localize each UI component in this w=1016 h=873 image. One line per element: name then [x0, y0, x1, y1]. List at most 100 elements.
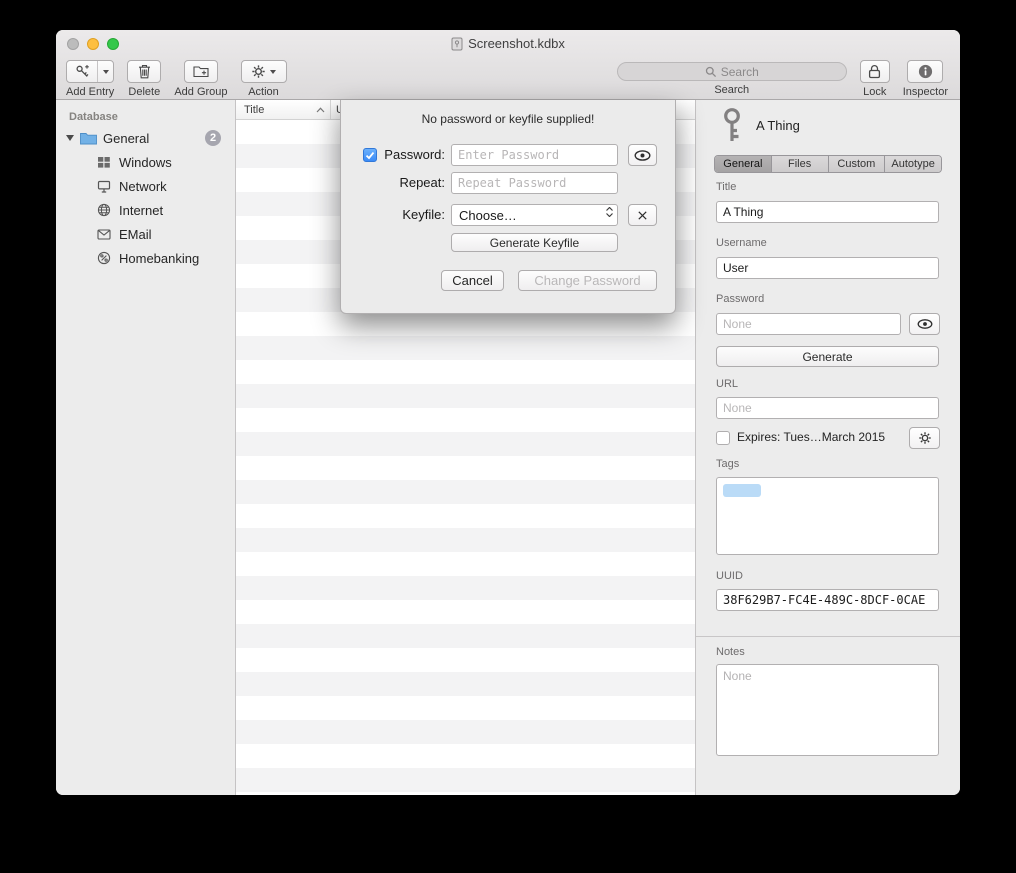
sidebar-item-label: EMail — [119, 227, 152, 242]
tab-files[interactable]: Files — [772, 156, 829, 172]
info-icon — [918, 64, 933, 79]
tab-general[interactable]: General — [715, 156, 772, 172]
sidebar-item-label: Homebanking — [119, 251, 199, 266]
gear-icon — [918, 431, 932, 445]
expires-label: Expires: Tues…March 2015 — [737, 430, 885, 444]
delete-label: Delete — [128, 86, 160, 98]
action-tool: Action — [241, 60, 287, 98]
tags-box[interactable] — [716, 477, 939, 555]
entry-title: A Thing — [756, 118, 800, 133]
lock-button[interactable] — [860, 60, 890, 83]
sidebar-item-general[interactable]: General 2 — [56, 126, 235, 150]
inspector-tabs: General Files Custom Autotype — [714, 155, 942, 173]
show-password-button[interactable] — [628, 144, 657, 166]
password-label: Password: — [384, 144, 445, 166]
change-password-sheet: No password or keyfile supplied! Passwor… — [340, 100, 676, 314]
window-title-text: Screenshot.kdbx — [468, 36, 565, 51]
clear-keyfile-button[interactable] — [628, 204, 657, 226]
add-entry-label: Add Entry — [66, 86, 114, 98]
eye-icon — [634, 150, 651, 161]
sidebar-item-label: Network — [119, 179, 167, 194]
password-field[interactable] — [716, 313, 901, 335]
window-title: Screenshot.kdbx — [56, 30, 960, 57]
uuid-field-label: UUID — [716, 570, 743, 582]
sort-ascending-icon — [316, 107, 325, 113]
repeat-password-input[interactable] — [451, 172, 618, 194]
uuid-field[interactable] — [716, 589, 939, 611]
password-field-label: Password — [716, 293, 764, 305]
folder-icon — [80, 132, 97, 145]
tab-autotype[interactable]: Autotype — [885, 156, 941, 172]
sidebar-item-homebanking[interactable]: Homebanking — [56, 246, 235, 270]
column-title-label: Title — [244, 104, 264, 116]
enter-password-input[interactable] — [451, 144, 618, 166]
search-input[interactable]: Search — [617, 62, 847, 81]
username-field-label: Username — [716, 237, 767, 249]
column-header-title[interactable]: Title — [236, 100, 331, 119]
checkmark-icon — [365, 151, 375, 160]
envelope-icon — [96, 226, 112, 242]
generate-password-button[interactable]: Generate — [716, 346, 939, 367]
url-field[interactable] — [716, 397, 939, 419]
keyfile-selected-value: Choose… — [459, 208, 517, 223]
change-password-button[interactable]: Change Password — [518, 270, 657, 291]
search-tool: Search Search — [617, 60, 847, 96]
sidebar-item-label: Internet — [119, 203, 163, 218]
tag-chip[interactable] — [723, 484, 761, 497]
expires-checkbox[interactable] — [716, 431, 730, 445]
sidebar-item-email[interactable]: EMail — [56, 222, 235, 246]
sidebar-item-windows[interactable]: Windows — [56, 150, 235, 174]
add-entry-dropdown[interactable] — [98, 61, 113, 82]
add-group-button[interactable] — [184, 60, 218, 83]
url-field-label: URL — [716, 378, 738, 390]
toolbar: Add Entry Delete Add Group — [56, 57, 960, 99]
close-icon — [637, 210, 648, 221]
title-field-label: Title — [716, 181, 736, 193]
action-label: Action — [248, 86, 279, 98]
show-password-button[interactable] — [909, 313, 940, 335]
percent-coin-icon — [96, 250, 112, 266]
add-group-label: Add Group — [174, 86, 227, 98]
chevron-down-icon — [103, 70, 109, 74]
cancel-button[interactable]: Cancel — [441, 270, 504, 291]
app-window: Screenshot.kdbx Add Entry — [56, 30, 960, 795]
keyfile-dropdown[interactable]: Choose… — [451, 204, 618, 226]
password-checkbox[interactable] — [363, 148, 377, 162]
expires-settings-button[interactable] — [909, 427, 940, 449]
add-group-tool: Add Group — [174, 60, 227, 98]
sidebar-item-network[interactable]: Network — [56, 174, 235, 198]
generate-keyfile-button[interactable]: Generate Keyfile — [451, 233, 618, 252]
sidebar-item-internet[interactable]: Internet — [56, 198, 235, 222]
tab-custom[interactable]: Custom — [829, 156, 886, 172]
sidebar: Database General 2 Windows — [56, 100, 236, 795]
trash-icon — [138, 64, 151, 79]
windows-icon — [96, 154, 112, 170]
key-plus-icon[interactable] — [67, 61, 98, 82]
divider — [696, 636, 960, 637]
globe-icon — [96, 202, 112, 218]
sidebar-item-label: General — [103, 131, 149, 146]
search-placeholder: Search — [721, 65, 759, 79]
username-field[interactable] — [716, 257, 939, 279]
window-chrome: Screenshot.kdbx Add Entry — [56, 30, 960, 100]
tags-field-label: Tags — [716, 458, 739, 470]
add-entry-button[interactable] — [66, 60, 114, 83]
document-icon — [451, 37, 463, 51]
delete-button[interactable] — [127, 60, 161, 83]
action-button[interactable] — [241, 60, 287, 83]
sidebar-item-label: Windows — [119, 155, 172, 170]
title-field[interactable] — [716, 201, 939, 223]
folder-plus-icon — [193, 65, 209, 78]
notes-field[interactable] — [716, 664, 939, 756]
screen: Screenshot.kdbx Add Entry — [0, 0, 1016, 873]
lock-tool: Lock — [860, 60, 890, 98]
inspector-label: Inspector — [903, 86, 948, 98]
inspector-button[interactable] — [907, 60, 943, 83]
search-label: Search — [714, 84, 749, 96]
toolbar-right-group: Search Search Lock Insp — [617, 60, 948, 98]
disclosure-triangle-icon[interactable] — [66, 135, 74, 141]
titlebar[interactable]: Screenshot.kdbx — [56, 30, 960, 57]
lock-label: Lock — [863, 86, 886, 98]
repeat-label: Repeat: — [399, 172, 445, 194]
toolbar-left-group: Add Entry Delete Add Group — [66, 60, 287, 98]
